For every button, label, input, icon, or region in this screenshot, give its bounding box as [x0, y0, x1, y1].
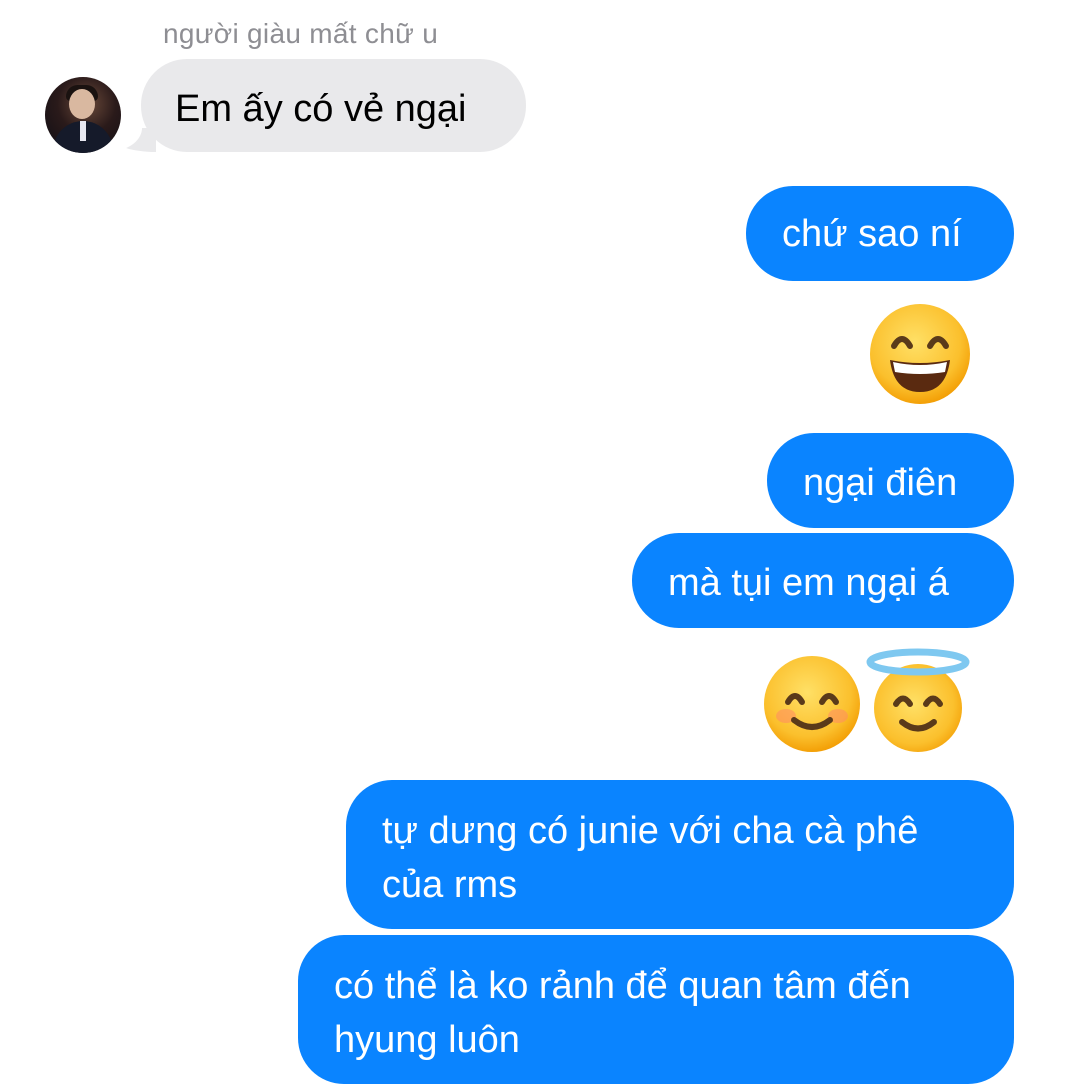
message-text: Em ấy có vẻ ngại	[175, 88, 467, 130]
message-text: tự dưng có junie với cha cà phê của rms	[382, 810, 919, 906]
message-bubble-outgoing[interactable]: chứ sao ní	[746, 186, 1014, 281]
message-text: ngại điên	[803, 462, 958, 504]
message-text: có thể là ko rảnh để quan tâm đến hyung …	[334, 965, 911, 1061]
message-text: mà tụi em ngại á	[668, 562, 949, 604]
avatar[interactable]	[45, 77, 121, 153]
smiling-face-with-halo-emoji[interactable]	[866, 648, 970, 752]
avatar-head	[69, 89, 95, 119]
smiling-face-emoji[interactable]	[760, 650, 864, 754]
message-text: chứ sao ní	[782, 213, 962, 255]
message-bubble-incoming[interactable]: Em ấy có vẻ ngại	[141, 59, 526, 152]
message-bubble-outgoing[interactable]: mà tụi em ngại á	[632, 533, 1014, 628]
grinning-face-emoji[interactable]	[868, 302, 972, 406]
message-bubble-outgoing[interactable]: ngại điên	[767, 433, 1014, 528]
message-bubble-outgoing[interactable]: có thể là ko rảnh để quan tâm đến hyung …	[298, 935, 1014, 1084]
avatar-tie	[80, 121, 86, 141]
message-bubble-outgoing[interactable]: tự dưng có junie với cha cà phê của rms	[346, 780, 1014, 929]
sender-name: người giàu mất chữ u	[163, 18, 439, 49]
